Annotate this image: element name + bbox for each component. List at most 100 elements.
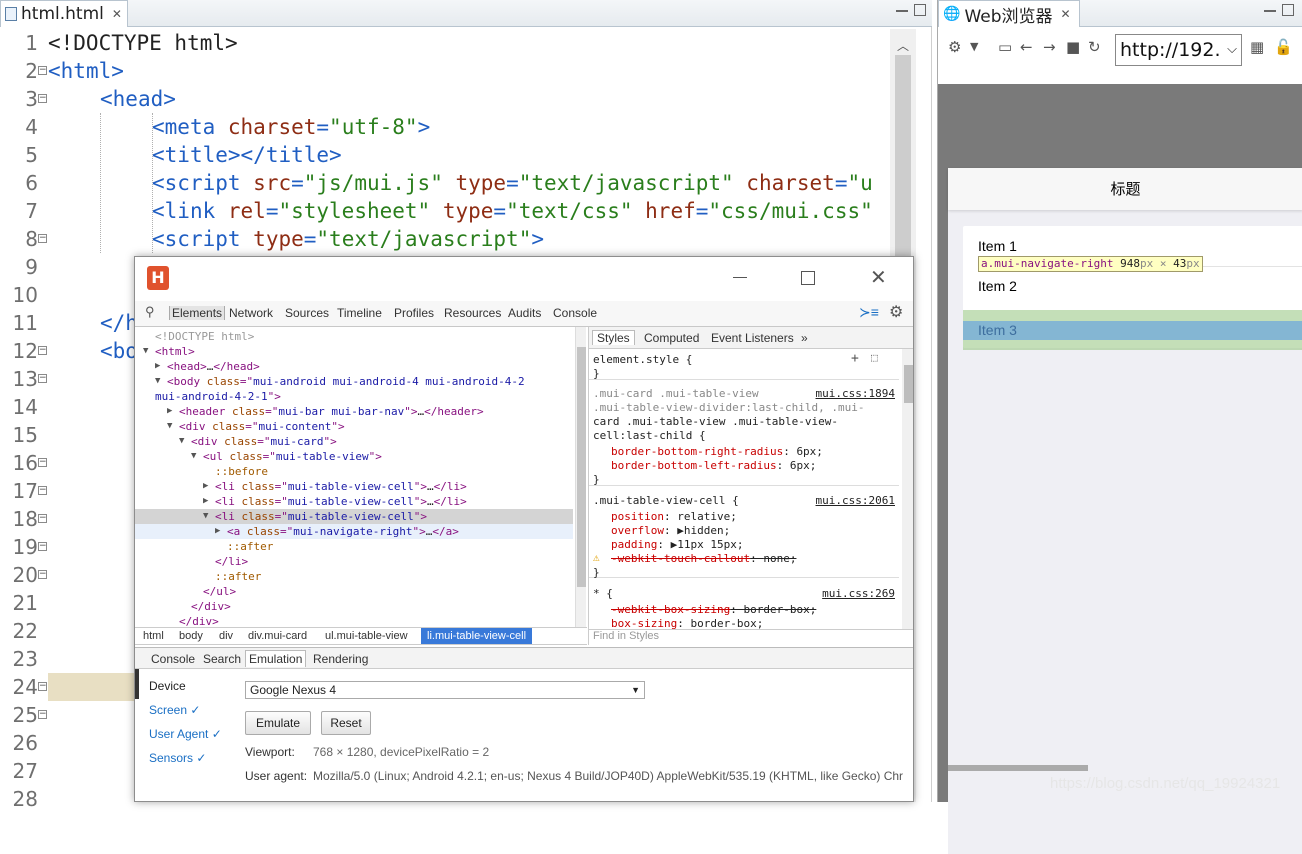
elements-dom-tree[interactable]: <!DOCTYPE html> ▼ <html> ▶ <head>…</head> ▼ <b…: [135, 327, 575, 627]
find-in-styles-input[interactable]: Find in Styles: [589, 629, 913, 645]
collapse-arrow-icon[interactable]: ▼: [191, 449, 196, 464]
dom-node-row[interactable]: ::after: [135, 569, 573, 584]
chevron-down-icon[interactable]: ⌵: [1227, 35, 1237, 65]
source-link[interactable]: mui.css:269: [822, 587, 895, 601]
code-line[interactable]: 1 <!DOCTYPE html>: [0, 29, 890, 57]
fold-toggle-icon[interactable]: −: [38, 94, 47, 103]
reset-button[interactable]: Reset: [321, 711, 371, 735]
lock-icon[interactable]: 🔓: [1274, 38, 1293, 56]
emu-sensors-tab[interactable]: Sensors ✓: [149, 751, 206, 765]
styles-tab-computed[interactable]: Computed: [644, 331, 699, 345]
device-select[interactable]: Google Nexus 4 ▼: [245, 681, 645, 699]
forward-icon[interactable]: →: [1043, 38, 1056, 56]
css-declaration[interactable]: border-bottom-left-radius: 6px;: [611, 459, 816, 473]
dom-node-row[interactable]: ▼ <html>: [135, 344, 573, 359]
dom-node-row[interactable]: ▼ <ul class="mui-table-view">: [135, 449, 573, 464]
fold-toggle-icon[interactable]: −: [38, 346, 47, 355]
qr-icon[interactable]: ▦: [1250, 38, 1264, 56]
devtools-tab-sources[interactable]: Sources: [285, 306, 329, 320]
dom-node-row[interactable]: ▼ <body class="mui-android mui-android-4 …: [135, 374, 573, 389]
dom-node-row[interactable]: </ul>: [135, 584, 573, 599]
dom-node-row[interactable]: ▶ <li class="mui-table-view-cell">…</li>: [135, 494, 573, 509]
close-icon[interactable]: ✕: [1061, 7, 1071, 21]
fold-toggle-icon[interactable]: −: [38, 234, 47, 243]
close-icon[interactable]: ✕: [112, 7, 122, 21]
collapse-arrow-icon[interactable]: ▼: [203, 509, 208, 524]
dom-node-row[interactable]: ▶ <a class="mui-navigate-right">…</a>: [135, 524, 573, 539]
css-declaration[interactable]: box-sizing: border-box;: [611, 617, 763, 631]
drawer-tab-search[interactable]: Search: [203, 652, 241, 666]
expand-arrow-icon[interactable]: ▶: [203, 494, 208, 509]
emu-user-agent-tab[interactable]: User Agent ✓: [149, 727, 222, 741]
dom-node-row[interactable]: </div>: [135, 599, 573, 614]
browser-tab[interactable]: 🌐 Web浏览器 ✕: [938, 0, 1080, 27]
css-declaration[interactable]: -webkit-touch-callout: none;: [611, 552, 796, 566]
devtools-tab-timeline[interactable]: Timeline: [337, 306, 382, 320]
maximize-icon[interactable]: [801, 271, 815, 285]
url-input[interactable]: http://192. ⌵: [1115, 34, 1242, 66]
collapse-arrow-icon[interactable]: ▼: [179, 434, 184, 449]
dom-node-row[interactable]: ▶ <head>…</head>: [135, 359, 573, 374]
code-line[interactable]: 5 <title></title>: [0, 141, 890, 169]
fold-toggle-icon[interactable]: −: [38, 486, 47, 495]
drawer-tab-console[interactable]: Console: [151, 652, 195, 666]
collapse-arrow-icon[interactable]: ▼: [167, 419, 172, 434]
code-line[interactable]: 2− <html>: [0, 57, 890, 85]
devtools-tab-elements[interactable]: Elements: [169, 306, 226, 320]
back-icon[interactable]: ←: [1020, 38, 1033, 56]
list-item[interactable]: Item 3: [963, 310, 1302, 350]
expand-arrow-icon[interactable]: ▶: [215, 524, 220, 539]
minimize-icon[interactable]: [1264, 4, 1276, 12]
breadcrumb-item[interactable]: div.mui-card: [248, 630, 307, 642]
maximize-icon[interactable]: [914, 4, 926, 16]
emu-device-tab[interactable]: Device: [149, 679, 186, 693]
list-item[interactable]: Item 2: [963, 266, 1302, 306]
dom-node-row[interactable]: ::before: [135, 464, 573, 479]
styles-tab--[interactable]: »: [801, 331, 808, 345]
add-rule-icon[interactable]: +: [851, 351, 859, 366]
code-line[interactable]: 6 <script src="js/mui.js" type="text/java…: [0, 169, 890, 197]
scrollbar-thumb[interactable]: [904, 365, 913, 403]
breadcrumb-item[interactable]: html: [143, 630, 164, 642]
search-icon[interactable]: ⚲: [145, 304, 155, 320]
source-link[interactable]: mui.css:1894: [816, 387, 895, 401]
collapse-arrow-icon[interactable]: ▼: [143, 344, 148, 359]
chevron-down-icon[interactable]: ▼: [970, 40, 978, 53]
code-line[interactable]: 4 <meta charset="utf-8">: [0, 113, 890, 141]
expand-arrow-icon[interactable]: ▶: [167, 404, 172, 419]
devtools-tab-profiles[interactable]: Profiles: [394, 306, 434, 320]
dom-scrollbar[interactable]: [575, 327, 586, 627]
horizontal-scrollbar[interactable]: [948, 765, 1088, 771]
fold-toggle-icon[interactable]: −: [38, 570, 47, 579]
devtools-tab-console[interactable]: Console: [553, 306, 597, 320]
styles-scrollbar[interactable]: [902, 349, 913, 629]
breadcrumb-item[interactable]: li.mui-table-view-cell: [421, 628, 533, 644]
styles-tab-styles[interactable]: Styles: [592, 330, 635, 345]
scrollbar-thumb[interactable]: [577, 347, 586, 587]
close-icon[interactable]: ✕: [870, 265, 887, 289]
source-link[interactable]: mui.css:2061: [816, 494, 895, 508]
styles-tab-event-listeners[interactable]: Event Listeners: [711, 331, 794, 345]
code-line[interactable]: 3− <head>: [0, 85, 890, 113]
drawer-tab-rendering[interactable]: Rendering: [313, 652, 368, 666]
drawer-tab-emulation[interactable]: Emulation: [245, 650, 307, 667]
editor-tab-html[interactable]: html.html ✕: [0, 0, 128, 27]
devtools-tab-resources[interactable]: Resources: [444, 306, 501, 320]
console-drawer-icon[interactable]: ≻≡: [859, 304, 879, 321]
dom-node-row[interactable]: mui-android-4-2-1">: [135, 389, 573, 404]
gear-icon[interactable]: ⚙: [889, 302, 903, 322]
expand-arrow-icon[interactable]: ▶: [203, 479, 208, 494]
dom-node-row[interactable]: </li>: [135, 554, 573, 569]
css-declaration[interactable]: overflow: ▶hidden;: [611, 524, 730, 538]
console-icon[interactable]: ▭: [998, 38, 1012, 56]
fold-toggle-icon[interactable]: −: [38, 458, 47, 467]
dom-node-row[interactable]: ▼ <li class="mui-table-view-cell">: [135, 509, 573, 524]
breadcrumb-item[interactable]: ul.mui-table-view: [325, 630, 408, 642]
gear-icon[interactable]: ⚙: [948, 38, 961, 56]
fold-toggle-icon[interactable]: −: [38, 374, 47, 383]
code-line[interactable]: 7 <link rel="stylesheet" type="text/css" …: [0, 197, 890, 225]
maximize-icon[interactable]: [1282, 4, 1294, 16]
dom-node-row[interactable]: ▶ <li class="mui-table-view-cell">…</li>: [135, 479, 573, 494]
minimize-icon[interactable]: [896, 4, 908, 12]
stop-icon[interactable]: ■: [1066, 38, 1080, 56]
